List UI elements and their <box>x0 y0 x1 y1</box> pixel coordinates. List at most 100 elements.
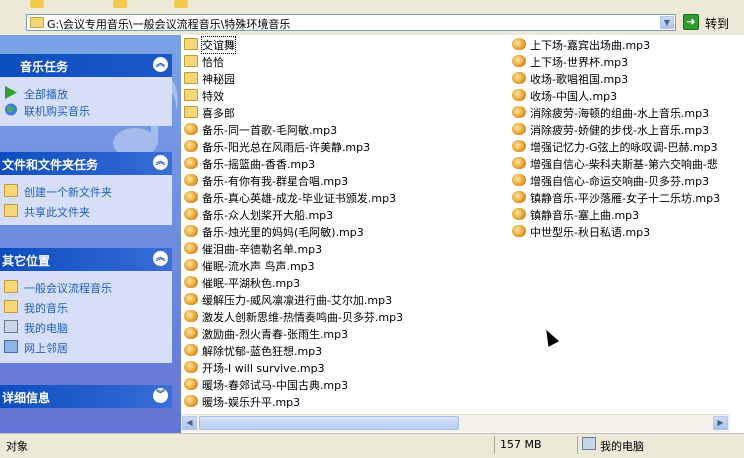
status-objects: 对象 <box>6 440 28 453</box>
vertical-scroll-area[interactable] <box>730 35 744 433</box>
file-name: 增强自信心-命运交响曲-贝多芬.mp3 <box>530 175 710 188</box>
audio-file-icon <box>512 55 526 67</box>
other-places-header[interactable]: 其它位置 ︽ <box>0 248 172 271</box>
address-path: G:\会议专用音乐\一般会议流程音乐\特殊环境音乐 <box>47 18 291 31</box>
file-name: 增强记忆力-G弦上的咏叹调-巴赫.mp3 <box>530 141 718 154</box>
audio-file-icon <box>184 344 198 356</box>
file-name: 收场-中国人.mp3 <box>530 90 618 103</box>
audio-file-icon <box>184 293 198 305</box>
status-location: 我的电脑 <box>600 440 644 453</box>
computer-icon <box>582 437 596 450</box>
audio-file-icon <box>184 310 198 322</box>
file-name: 催眠-平湖秋色.mp3 <box>202 277 301 290</box>
audio-file-icon <box>184 123 198 135</box>
folder-icon <box>184 55 198 67</box>
audio-file-icon <box>184 157 198 169</box>
status-size: 157 MB <box>500 438 542 451</box>
file-name: 中世型乐-秋日私语.mp3 <box>530 226 651 239</box>
file-name: 增强自信心-柴科夫斯基-第六交响曲-悲 <box>530 158 718 171</box>
place-label: 我的音乐 <box>24 302 68 315</box>
other-places-title: 其它位置 <box>2 254 51 268</box>
toolbar-folder-icon[interactable] <box>30 0 44 8</box>
audio-file-icon <box>184 276 198 288</box>
status-divider <box>494 436 495 454</box>
audio-file-icon <box>184 361 198 373</box>
network-icon <box>4 340 18 353</box>
file-name: 交谊舞 <box>201 36 236 54</box>
audio-file-icon <box>512 157 526 169</box>
audio-file-icon <box>184 378 198 390</box>
music-tasks-header[interactable]: 音乐任务 ︽ <box>0 54 172 77</box>
share-folder-icon <box>4 204 18 217</box>
file-name: 特效 <box>202 90 224 103</box>
file-name: 备乐-众人划桨开大船.mp3 <box>202 209 334 222</box>
audio-file-icon <box>512 191 526 203</box>
file-name: 收场-歌唱祖国.mp3 <box>530 73 629 86</box>
go-button[interactable]: ➜ 转到 <box>681 14 741 32</box>
address-bar: G:\会议专用音乐\一般会议流程音乐\特殊环境音乐 ▼ ➜ 转到 <box>0 11 744 35</box>
file-name: 备乐-同一首歌-毛阿敏.mp3 <box>202 124 338 137</box>
audio-file-icon <box>512 123 526 135</box>
file-folder-tasks-header[interactable]: 文件和文件夹任务 ︽ <box>0 152 172 175</box>
file-name: 备乐-有你有我-群星合唱.mp3 <box>202 175 349 188</box>
file-name: 恰恰 <box>202 56 224 69</box>
music-tasks-body: 全部播放 联机购买音乐 <box>0 77 172 126</box>
music-tasks-title: 音乐任务 <box>20 60 69 74</box>
new-folder-icon <box>4 184 18 197</box>
audio-file-icon <box>512 225 526 237</box>
place-label: 我的电脑 <box>24 322 68 335</box>
toolbar-folders-icon[interactable] <box>113 0 127 8</box>
scroll-left-button[interactable]: ◀ <box>182 416 197 430</box>
play-icon <box>5 86 17 99</box>
scroll-thumb[interactable] <box>199 416 459 430</box>
file-name: 备乐-阳光总在风雨后-许美静.mp3 <box>202 141 371 154</box>
horizontal-scrollbar[interactable]: ◀ ▶ <box>181 414 730 432</box>
file-name: 缓解压力-威风凛凛进行曲-艾尔加.mp3 <box>202 294 393 307</box>
scroll-right-button[interactable]: ▶ <box>713 416 728 430</box>
audio-file-icon <box>512 208 526 220</box>
file-name: 备乐-烛光里的妈妈(毛阿敏).mp3 <box>202 226 364 239</box>
file-name: 消除疲劳-娇健的步伐-水上音乐.mp3 <box>530 124 710 137</box>
folder-icon <box>184 89 198 101</box>
chevron-down-icon[interactable]: ︾ <box>153 388 168 403</box>
file-name: 催泪曲-辛德勒名单.mp3 <box>202 243 323 256</box>
file-name: 备乐-摇篮曲-香香.mp3 <box>202 158 316 171</box>
audio-file-icon <box>512 106 526 118</box>
file-name: 暖场-春郊试马-中国古典.mp3 <box>202 379 349 392</box>
other-places-body: 一般会议流程音乐 我的音乐 我的电脑 网上邻居 <box>0 271 172 363</box>
folder-icon <box>30 17 44 28</box>
audio-file-icon <box>184 191 198 203</box>
audio-file-icon <box>184 174 198 186</box>
file-name: 开场-I will survive.mp3 <box>202 362 325 375</box>
chevron-up-icon[interactable]: ︽ <box>153 57 168 72</box>
audio-file-icon <box>184 140 198 152</box>
audio-file-icon <box>512 174 526 186</box>
computer-icon <box>4 320 18 333</box>
file-name: 镇静音乐-平沙落雁-女子十二乐坊.mp3 <box>530 192 721 205</box>
audio-file-icon <box>184 208 198 220</box>
details-header[interactable]: 详细信息 ︾ <box>0 385 172 408</box>
details-title: 详细信息 <box>2 391 51 405</box>
audio-file-icon <box>184 242 198 254</box>
file-name: 神秘园 <box>202 73 235 86</box>
address-input[interactable]: G:\会议专用音乐\一般会议流程音乐\特殊环境音乐 ▼ <box>26 14 676 31</box>
status-divider <box>577 436 578 454</box>
audio-file-icon <box>184 327 198 339</box>
music-folder-icon <box>4 300 18 313</box>
audio-file-icon <box>184 395 198 407</box>
task-label: 共享此文件夹 <box>24 206 90 219</box>
chevron-up-icon[interactable]: ︽ <box>153 155 168 170</box>
file-name: 镇静音乐-塞上曲.mp3 <box>530 209 640 222</box>
task-label: 联机购买音乐 <box>24 105 90 118</box>
folder-icon <box>184 38 198 50</box>
task-label: 创建一个新文件夹 <box>24 186 112 199</box>
file-name: 催眠-流水声 鸟声.mp3 <box>202 260 315 273</box>
address-dropdown-button[interactable]: ▼ <box>660 16 674 29</box>
file-name: 暖场-娱乐升平.mp3 <box>202 396 301 409</box>
status-bar: 对象 157 MB 我的电脑 <box>0 433 744 458</box>
chevron-up-icon[interactable]: ︽ <box>153 251 168 266</box>
file-folder-tasks-title: 文件和文件夹任务 <box>2 158 99 172</box>
go-label: 转到 <box>705 17 730 31</box>
toolbar-view-icon[interactable] <box>174 0 188 8</box>
file-name: 上下场-世界杯.mp3 <box>530 56 629 69</box>
